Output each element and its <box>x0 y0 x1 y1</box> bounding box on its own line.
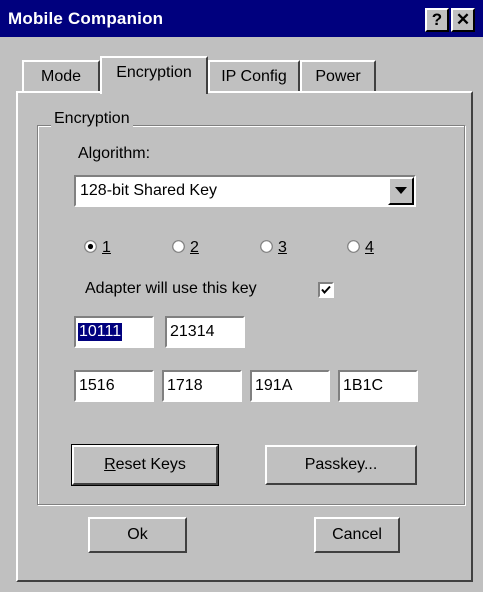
key-field-5[interactable]: 191A <box>250 370 330 402</box>
reset-keys-label: eset Keys <box>115 456 186 473</box>
key-field-4-value: 1718 <box>167 377 203 394</box>
passkey-button[interactable]: Passkey... <box>265 445 417 485</box>
key-field-6-value: 1B1C <box>343 377 384 394</box>
key-field-2-value: 21314 <box>170 323 215 340</box>
window-title: Mobile Companion <box>8 9 164 28</box>
key-field-5-value: 191A <box>255 377 293 394</box>
key-field-3-value: 1516 <box>79 377 115 394</box>
dialog-window: Mobile Companion ? ✕ Mode Encryption IP … <box>0 0 483 592</box>
ok-label: Ok <box>127 526 148 543</box>
chevron-down-icon <box>395 187 407 194</box>
tab-ip-config-label: IP Config <box>221 68 287 85</box>
reset-keys-accel: R <box>104 456 116 473</box>
algorithm-select-value: 128-bit Shared Key <box>80 182 217 199</box>
tab-power[interactable]: Power <box>300 60 376 94</box>
cancel-button[interactable]: Cancel <box>314 517 400 553</box>
tab-ip-config[interactable]: IP Config <box>208 60 300 94</box>
key-field-2[interactable]: 21314 <box>165 316 245 348</box>
radio-unselected-icon <box>260 240 273 253</box>
close-button[interactable]: ✕ <box>451 8 475 32</box>
algorithm-label: Algorithm: <box>78 145 151 162</box>
key-field-6[interactable]: 1B1C <box>338 370 418 402</box>
key-field-1-value: 10111 <box>78 323 123 341</box>
help-button[interactable]: ? <box>425 8 449 32</box>
passkey-label: Passkey... <box>304 456 378 473</box>
adapter-key-checkbox[interactable] <box>318 282 334 298</box>
key-radio-1-label: 1 <box>102 239 111 256</box>
radio-unselected-icon <box>172 240 185 253</box>
adapter-key-label: Adapter will use this key <box>85 280 257 297</box>
tab-power-label: Power <box>315 68 361 85</box>
dropdown-button[interactable] <box>388 177 414 205</box>
title-bar[interactable]: Mobile Companion ? ✕ <box>0 0 483 37</box>
radio-selected-icon <box>84 240 97 253</box>
algorithm-select[interactable]: 128-bit Shared Key <box>74 175 416 207</box>
tab-mode[interactable]: Mode <box>22 60 100 94</box>
key-field-3[interactable]: 1516 <box>74 370 154 402</box>
reset-keys-button[interactable]: Reset Keys <box>71 444 219 486</box>
key-field-1[interactable]: 10111 <box>74 316 154 348</box>
key-radio-2-label: 2 <box>190 239 199 256</box>
tab-mode-label: Mode <box>40 68 82 85</box>
checkmark-icon <box>321 285 331 295</box>
radio-unselected-icon <box>347 240 360 253</box>
key-radio-4-label: 4 <box>365 239 374 256</box>
encryption-group-label: Encryption <box>51 110 133 128</box>
key-radio-3-label: 3 <box>278 239 287 256</box>
cancel-label: Cancel <box>332 526 382 543</box>
key-field-4[interactable]: 1718 <box>162 370 242 402</box>
tab-encryption-label: Encryption <box>116 64 192 81</box>
ok-button[interactable]: Ok <box>88 517 187 553</box>
tab-encryption[interactable]: Encryption <box>100 56 208 94</box>
